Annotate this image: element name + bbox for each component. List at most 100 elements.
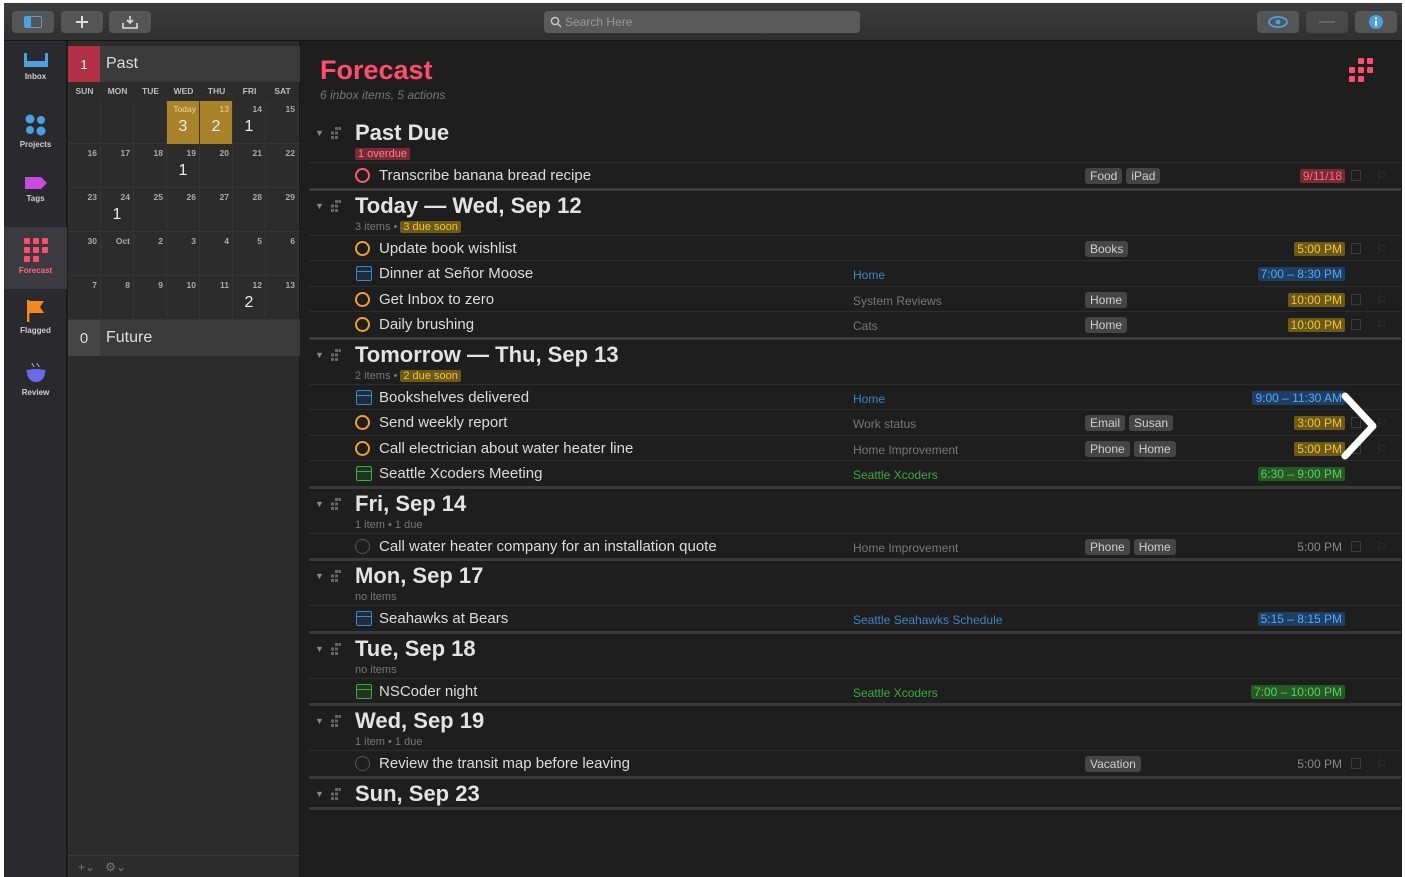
calendar-day[interactable]: 22 [266,145,299,188]
disclosure-triangle-icon[interactable]: ▼ [315,499,324,509]
due-date[interactable]: 5:00 PM [1294,757,1345,771]
sidebar-item-projects[interactable]: Projects [4,103,67,165]
item-project[interactable]: Cats [853,319,878,333]
due-date[interactable]: 10:00 PM [1287,292,1345,307]
table-row[interactable]: Daily brushing Cats Home 10:00 PM ⚐ [309,311,1401,337]
tag-chip[interactable]: Home [1085,317,1128,333]
item-title[interactable]: Seahawks at Bears [379,610,508,627]
due-date[interactable]: 9:00 – 11:30 AM [1252,390,1345,405]
view-options-button[interactable] [1257,11,1299,33]
calendar-day[interactable]: 8 [101,277,134,320]
focus-button[interactable] [1306,11,1348,33]
sidebar-item-review[interactable]: Review [4,351,67,413]
calendar-day[interactable] [68,101,101,144]
status-circle-checkbox[interactable] [355,440,370,456]
section-header[interactable]: ▼ Mon, Sep 17 [309,563,1401,589]
note-icon[interactable] [1351,242,1361,254]
tag-chip[interactable]: Home [1133,440,1176,457]
calendar-day[interactable]: Today 3 [167,101,200,144]
calendar-day[interactable]: 24 1 [101,189,134,232]
table-row[interactable]: Send weekly report Work status Email Susan 3… [309,409,1401,435]
due-date[interactable]: 10:00 PM [1287,318,1345,332]
search-field[interactable] [544,11,860,33]
due-date[interactable]: 5:15 – 8:15 PM [1257,612,1345,626]
note-icon[interactable] [1351,293,1361,305]
due-date[interactable]: 5:00 PM [1294,540,1345,554]
quick-entry-button[interactable] [109,11,151,33]
gear-icon[interactable]: ⚙⌄ [105,860,126,874]
calendar-day[interactable]: 2 [134,233,167,276]
item-project[interactable]: Home Improvement [853,443,958,457]
calendar-day[interactable]: 28 [233,189,266,232]
calendar-day[interactable]: 26 [167,189,200,232]
calendar-day[interactable]: 18 [134,145,167,188]
note-icon[interactable] [1351,540,1361,552]
table-row[interactable]: Seattle Xcoders Meeting Seattle Xcoders 6:… [309,460,1401,486]
calendar-day[interactable]: 9 [134,277,167,320]
item-project[interactable]: Home Improvement [853,541,958,555]
calendar-day[interactable]: 16 [68,145,101,188]
status-circle-checkbox[interactable] [355,168,370,183]
item-title[interactable]: Send weekly report [379,414,507,431]
note-icon[interactable] [1351,170,1361,181]
item-title[interactable]: Dinner at Señor Moose [379,265,533,282]
disclosure-triangle-icon[interactable]: ▼ [315,716,324,726]
item-title[interactable]: Daily brushing [379,316,474,333]
tag-chip[interactable]: Food [1085,168,1123,184]
disclosure-triangle-icon[interactable]: ▼ [315,644,324,654]
calendar-day[interactable]: 14 1 [233,101,266,144]
calendar-day[interactable]: 4 [200,233,233,276]
table-row[interactable]: Call electrician about water heater line… [309,434,1401,461]
item-title[interactable]: Review the transit map before leaving [379,755,630,772]
add-menu-icon[interactable]: +⌄ [78,860,95,874]
tag-chip[interactable]: Home [1085,291,1128,308]
calendar-day[interactable]: 25 [134,189,167,232]
calendar-day[interactable] [134,101,167,144]
section-header[interactable]: ▼ Tomorrow — Thu, Sep 13 [309,342,1401,368]
calendar-day[interactable]: 30 [68,233,101,276]
disclosure-triangle-icon[interactable]: ▼ [315,201,324,211]
disclosure-triangle-icon[interactable]: ▼ [315,789,324,799]
disclosure-triangle-icon[interactable]: ▼ [315,128,324,138]
tag-chip[interactable]: Phone [1085,440,1130,457]
sidebar-item-tags[interactable]: Tags [4,165,67,227]
flag-outline-icon[interactable]: ⚐ [1376,318,1387,332]
calendar-day[interactable]: 15 [266,101,299,144]
calendar-day[interactable] [101,101,134,144]
calendar-day[interactable]: 19 1 [167,145,200,188]
flag-outline-icon[interactable]: ⚐ [1376,293,1387,307]
calendar-day[interactable]: 6 [266,233,299,276]
sidebar-item-forecast[interactable]: Forecast [4,227,67,289]
calendar-day[interactable]: 11 [200,277,233,320]
section-header[interactable]: ▼ Past Due [309,120,1401,146]
table-row[interactable]: Get Inbox to zero System Reviews Home 10:00… [309,285,1401,312]
item-title[interactable]: Update book wishlist [379,240,517,257]
item-title[interactable]: Call water heater company for an install… [379,538,717,555]
section-header[interactable]: ▼ Tue, Sep 18 [309,636,1401,662]
due-date[interactable]: 7:00 – 10:00 PM [1250,684,1345,699]
sidebar-item-inbox[interactable]: Inbox [4,41,67,103]
calendar-day[interactable]: 12 2 [233,277,266,320]
item-project[interactable]: System Reviews [853,294,942,308]
item-title[interactable]: Get Inbox to zero [379,291,494,308]
table-row[interactable]: Transcribe banana bread recipe Food iPad 9/… [309,162,1401,188]
status-circle-checkbox[interactable] [355,756,370,771]
calendar-day[interactable]: 10 [167,277,200,320]
calendar-day[interactable]: 27 [200,189,233,232]
calendar-day[interactable]: 5 [233,233,266,276]
item-project[interactable]: Seattle Seahawks Schedule [853,613,1002,627]
item-project[interactable]: Seattle Xcoders [853,468,938,482]
calendar-day[interactable]: Oct [101,233,134,276]
section-header[interactable]: ▼ Sun, Sep 23 [309,781,1401,807]
tag-chip[interactable]: Email [1085,415,1126,431]
item-title[interactable]: Seattle Xcoders Meeting [379,465,542,482]
tag-chip[interactable]: Home [1133,538,1176,555]
sidebar-item-flagged[interactable]: Flagged [4,289,67,351]
table-row[interactable]: Bookshelves delivered Home 9:00 – 11:30 AM [309,383,1401,410]
disclosure-triangle-icon[interactable]: ▼ [315,350,324,360]
flag-outline-icon[interactable]: ⚐ [1376,242,1387,256]
inspector-button[interactable] [1355,11,1397,33]
calendar-day[interactable]: 13 2 [200,101,233,144]
tag-chip[interactable]: Vacation [1085,756,1141,772]
calendar-day[interactable]: 29 [266,189,299,232]
